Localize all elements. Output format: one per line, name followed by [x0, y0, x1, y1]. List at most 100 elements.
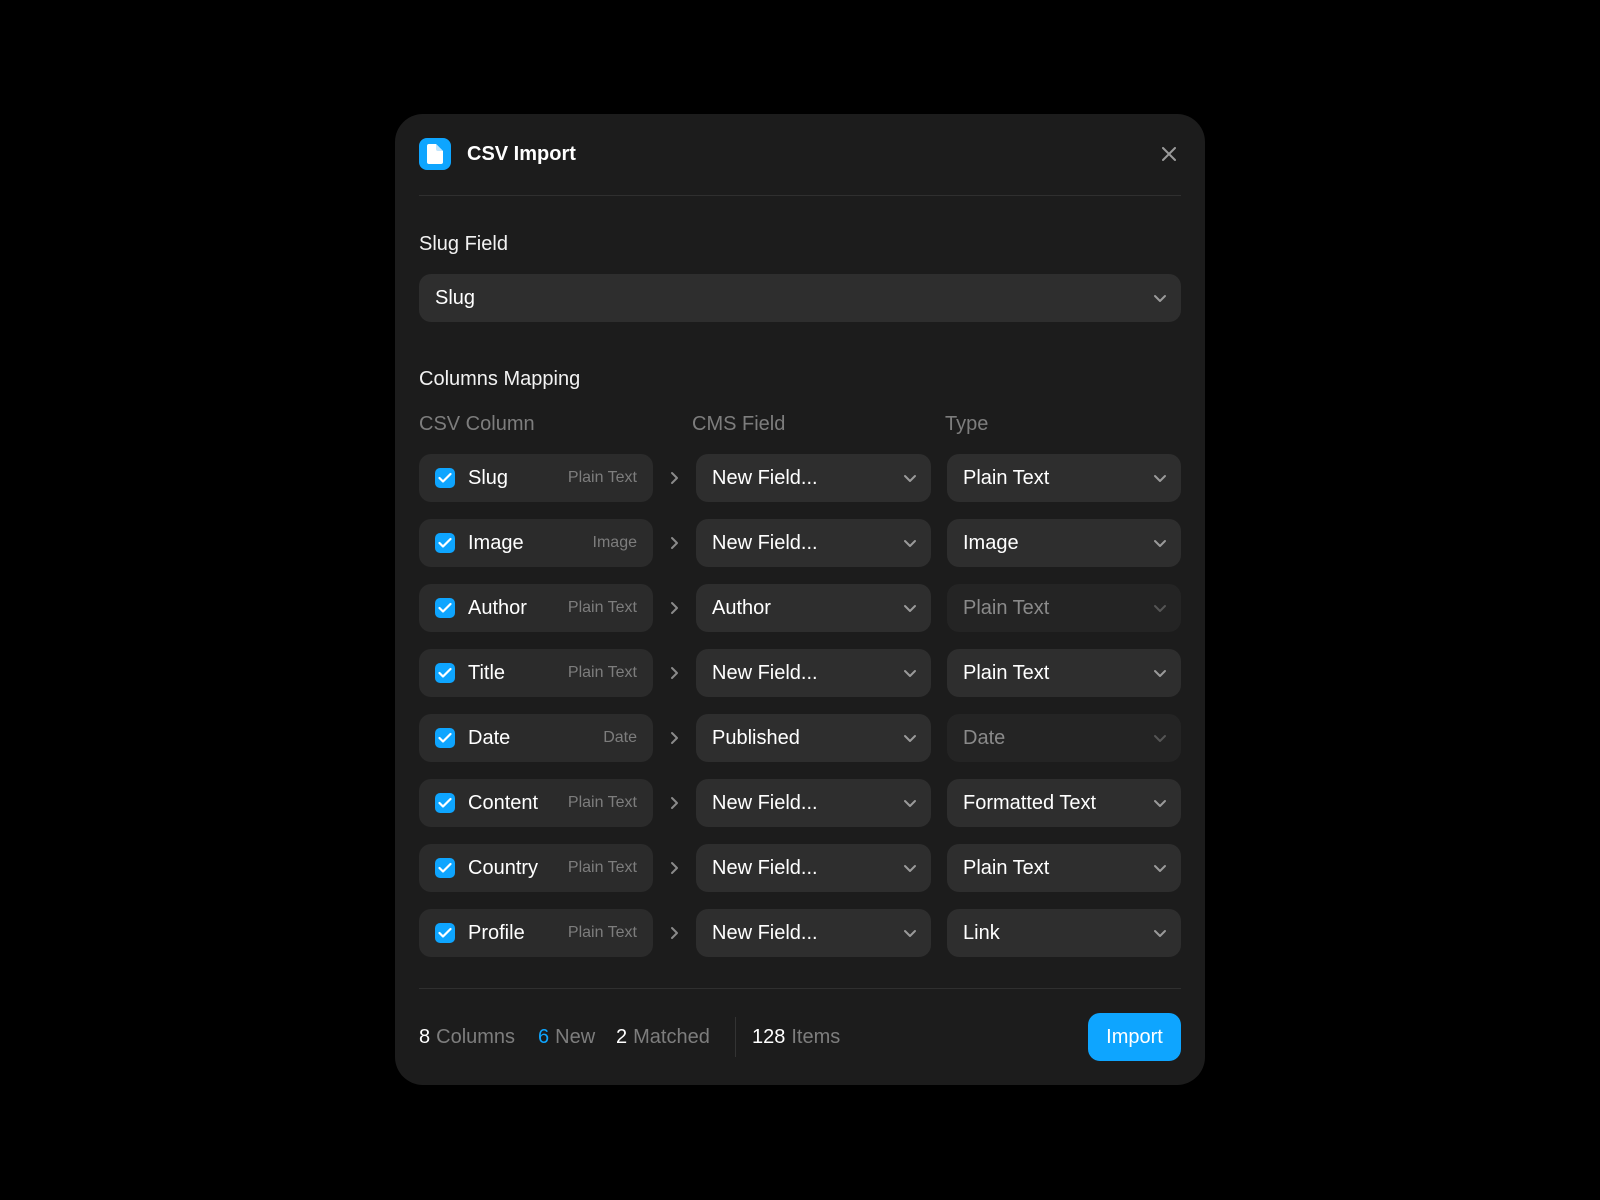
dialog-title: CSV Import [467, 143, 576, 165]
field-type-value: Formatted Text [963, 791, 1097, 814]
field-type-value: Plain Text [963, 856, 1050, 879]
cms-field-value: New Field... [712, 661, 818, 684]
cms-field-select[interactable]: New Field... [696, 779, 931, 827]
csv-column-type: Plain Text [567, 599, 637, 616]
include-column-checkbox[interactable] [435, 468, 455, 488]
mapping-row: Title Plain Text New Field... Plain Text [419, 649, 1181, 697]
field-type-select[interactable]: Link [947, 909, 1181, 957]
check-icon [438, 797, 452, 808]
csv-column-cell: Profile Plain Text [419, 909, 653, 957]
cms-field-select[interactable]: New Field... [696, 909, 931, 957]
chevron-right-icon [671, 927, 678, 939]
field-type-select[interactable]: Formatted Text [947, 779, 1181, 827]
chevron-down-icon [1154, 475, 1166, 482]
cms-field-select[interactable]: Published [696, 714, 931, 762]
csv-column-cell: Image Image [419, 519, 653, 567]
chevron-down-icon [904, 865, 916, 872]
csv-column-name: Image [468, 532, 524, 554]
field-type-value: Image [963, 531, 1019, 554]
cms-field-value: New Field... [712, 466, 818, 489]
field-type-value: Plain Text [963, 661, 1050, 684]
csv-column-name: Slug [468, 467, 509, 489]
chevron-down-icon [904, 540, 916, 547]
chevron-right-icon [671, 797, 678, 809]
field-type-value: Link [963, 921, 1000, 944]
csv-column-name: Title [468, 662, 506, 684]
cms-field-select[interactable]: New Field... [696, 519, 931, 567]
field-type-select[interactable]: Image [947, 519, 1181, 567]
chevron-down-icon [904, 930, 916, 937]
chevron-right-icon [671, 667, 678, 679]
chevron-right-icon [671, 732, 678, 744]
include-column-checkbox[interactable] [435, 858, 455, 878]
csv-import-dialog: CSV Import Slug Field Slug Columns Mappi… [395, 114, 1205, 1085]
csv-column-type: Plain Text [567, 794, 637, 811]
slug-field-value: Slug [435, 286, 476, 309]
chevron-right-icon [671, 862, 678, 874]
include-column-checkbox[interactable] [435, 728, 455, 748]
include-column-checkbox[interactable] [435, 793, 455, 813]
cms-field-value: Author [712, 596, 771, 619]
csv-column-type: Plain Text [567, 924, 637, 941]
cms-field-value: New Field... [712, 856, 818, 879]
csv-column-type: Plain Text [567, 469, 637, 486]
include-column-checkbox[interactable] [435, 598, 455, 618]
slug-field-label: Slug Field [419, 233, 508, 255]
csv-column-type: Plain Text [567, 664, 637, 681]
csv-column-cell: Content Plain Text [419, 779, 653, 827]
include-column-checkbox[interactable] [435, 663, 455, 683]
cms-field-select[interactable]: New Field... [696, 844, 931, 892]
chevron-down-icon [1154, 865, 1166, 872]
check-icon [438, 537, 452, 548]
header-divider [419, 195, 1181, 196]
footer-separator [735, 1017, 736, 1057]
check-icon [438, 927, 452, 938]
chevron-down-icon [904, 800, 916, 807]
check-icon [438, 667, 452, 678]
chevron-down-icon [1154, 540, 1166, 547]
field-type-select[interactable]: Plain Text [947, 454, 1181, 502]
field-type-select[interactable]: Plain Text [947, 844, 1181, 892]
include-column-checkbox[interactable] [435, 923, 455, 943]
csv-column-name: Author [468, 597, 527, 619]
csv-column-type: Image [592, 534, 637, 551]
chevron-down-icon [904, 475, 916, 482]
csv-column-name: Profile [468, 922, 525, 944]
import-button[interactable]: Import [1088, 1013, 1181, 1061]
cms-field-header: CMS Field [692, 413, 786, 435]
chevron-down-icon [1154, 670, 1166, 677]
mapping-row: Country Plain Text New Field... Plain Text [419, 844, 1181, 892]
cms-field-select[interactable]: New Field... [696, 649, 931, 697]
check-icon [438, 862, 452, 873]
cms-field-select[interactable]: Author [696, 584, 931, 632]
chevron-down-icon [1154, 295, 1166, 302]
close-icon [1162, 147, 1176, 161]
check-icon [438, 472, 452, 483]
mapping-row: Profile Plain Text New Field... Link [419, 909, 1181, 957]
slug-field-select[interactable]: Slug [419, 274, 1181, 322]
chevron-down-icon [1154, 800, 1166, 807]
dialog-header: CSV Import [419, 138, 1181, 170]
chevron-down-icon [1154, 930, 1166, 937]
cms-field-value: New Field... [712, 791, 818, 814]
mapping-row: Content Plain Text New Field... Formatted T… [419, 779, 1181, 827]
cms-field-select[interactable]: New Field... [696, 454, 931, 502]
field-type-select[interactable]: Plain Text [947, 649, 1181, 697]
csv-column-cell: Date Date [419, 714, 653, 762]
mapping-row: Image Image New Field... Image [419, 519, 1181, 567]
chevron-down-icon [904, 735, 916, 742]
csv-column-header: CSV Column [419, 413, 535, 435]
include-column-checkbox[interactable] [435, 533, 455, 553]
csv-column-name: Date [468, 727, 511, 749]
field-type-value: Plain Text [963, 596, 1050, 619]
chevron-down-icon [1154, 605, 1166, 612]
chevron-down-icon [1154, 735, 1166, 742]
cms-field-value: New Field... [712, 531, 818, 554]
csv-column-name: Content [468, 792, 539, 814]
chevron-down-icon [904, 605, 916, 612]
close-button[interactable] [1157, 142, 1181, 166]
columns-mapping-label: Columns Mapping [419, 368, 581, 390]
chevron-right-icon [671, 472, 678, 484]
mapping-row: Author Plain Text Author Plain Text [419, 584, 1181, 632]
csv-column-type: Plain Text [567, 859, 637, 876]
